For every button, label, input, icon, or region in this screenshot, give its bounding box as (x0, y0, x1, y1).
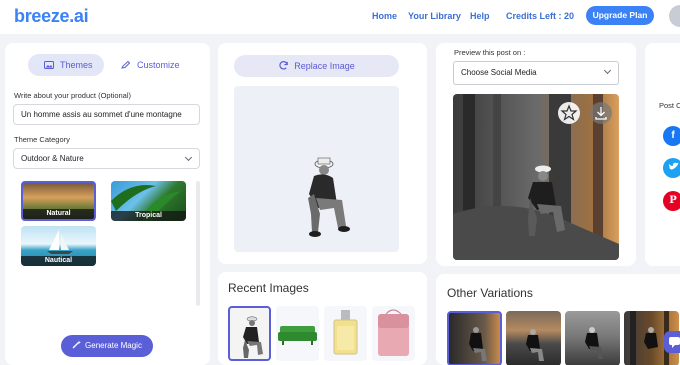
theme-label: Tropical (111, 211, 186, 221)
share-panel (645, 43, 680, 266)
chat-widget-button[interactable] (664, 331, 680, 353)
facebook-button[interactable]: f (663, 126, 680, 146)
pencil-icon (121, 61, 131, 69)
refresh-icon (279, 61, 288, 70)
variation-thumbnail (469, 327, 487, 361)
download-button[interactable] (590, 102, 612, 124)
tab-themes-label: Themes (60, 60, 93, 70)
generated-photo[interactable] (453, 94, 619, 260)
social-media-select[interactable]: Choose Social Media (453, 61, 619, 85)
other-variations-title: Other Variations (447, 286, 533, 300)
image-icon (44, 61, 54, 69)
variation-thumbnail (585, 327, 603, 359)
tab-themes[interactable]: Themes (28, 54, 104, 76)
facebook-icon: f (671, 130, 675, 141)
recent-image-bag[interactable] (372, 306, 415, 361)
theme-card-natural[interactable]: Natural (21, 181, 96, 221)
theme-label: Nautical (21, 256, 96, 266)
recent-images-title: Recent Images (228, 281, 309, 295)
variation-thumbnail (526, 329, 544, 361)
twitter-icon (667, 162, 679, 170)
sofa-thumbnail (278, 326, 317, 345)
theme-card-nautical[interactable]: Nautical (21, 226, 96, 266)
nav-library[interactable]: Your Library (408, 11, 461, 21)
recent-image-man[interactable] (228, 306, 271, 361)
theme-label: Natural (23, 209, 94, 219)
generate-magic-button[interactable]: Generate Magic (61, 335, 153, 357)
download-icon (595, 107, 607, 120)
category-value: Outdoor & Nature (21, 154, 84, 163)
recent-image-perfume[interactable] (324, 306, 367, 361)
perfume-thumbnail (333, 310, 358, 355)
upgrade-plan-button[interactable]: Upgrade Plan (586, 6, 654, 25)
tab-customize-label: Customize (137, 60, 180, 70)
pinterest-button[interactable]: P (663, 191, 680, 211)
favorite-button[interactable] (558, 102, 580, 124)
generate-magic-label: Generate Magic (85, 341, 142, 350)
social-media-value: Choose Social Media (461, 68, 537, 77)
chevron-down-icon (603, 66, 612, 75)
avatar[interactable] (669, 5, 680, 27)
product-image-area[interactable] (234, 86, 399, 252)
pinterest-icon: P (669, 195, 677, 206)
man-thumbnail (243, 316, 263, 358)
theme-card-tropical[interactable]: Tropical (111, 181, 186, 221)
magic-wand-icon (72, 340, 82, 349)
man-cutout-image (308, 157, 350, 237)
chevron-down-icon (184, 153, 193, 162)
recent-image-sofa[interactable] (276, 306, 319, 361)
tab-customize[interactable]: Customize (112, 54, 192, 76)
product-input[interactable]: Un homme assis au sommet d'une montagne (13, 104, 200, 125)
post-on-label: Post On (659, 101, 680, 110)
top-bar: breeze.ai Home Your Library Help Credits… (0, 0, 680, 34)
preview-label: Preview this post on : (454, 48, 526, 57)
category-label: Theme Category (14, 135, 70, 144)
replace-image-label: Replace Image (294, 61, 355, 71)
bag-thumbnail (378, 309, 409, 356)
credits-counter: Credits Left : 20 (506, 11, 575, 21)
variation-3[interactable] (565, 311, 620, 365)
logo[interactable]: breeze.ai (14, 6, 89, 27)
chat-icon (669, 337, 680, 348)
category-select[interactable]: Outdoor & Nature (13, 148, 200, 169)
logo-text: breeze.ai (14, 6, 89, 26)
replace-image-button[interactable]: Replace Image (234, 55, 399, 77)
variation-1[interactable] (447, 311, 502, 365)
star-icon (560, 104, 578, 121)
variation-2[interactable] (506, 311, 561, 365)
product-label: Write about your product (Optional) (14, 91, 132, 100)
twitter-button[interactable] (663, 158, 680, 178)
nav-help[interactable]: Help (470, 11, 490, 21)
nav-home[interactable]: Home (372, 11, 397, 21)
themes-scrollbar[interactable] (196, 181, 200, 306)
